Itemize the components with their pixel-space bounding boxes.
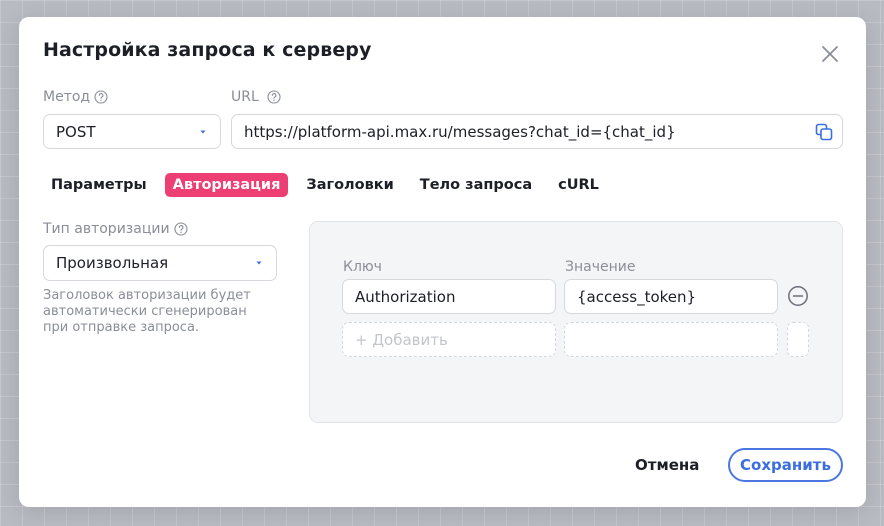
- add-row-placeholder: [787, 322, 809, 357]
- tab-request-body[interactable]: Тело запроса: [412, 173, 540, 197]
- header-value-value: {access_token}: [577, 287, 697, 306]
- help-icon[interactable]: [94, 90, 108, 104]
- auth-type-label-row: Тип авторизации: [43, 221, 188, 237]
- tab-headers[interactable]: Заголовки: [298, 173, 401, 197]
- cancel-button[interactable]: Отмена: [619, 449, 715, 481]
- header-value-input[interactable]: {access_token}: [564, 279, 778, 314]
- add-value-input[interactable]: [564, 322, 778, 357]
- url-label-row: URL: [231, 89, 281, 105]
- caret-down-icon: [200, 130, 206, 133]
- method-value: POST: [56, 122, 96, 141]
- header-key-input[interactable]: Authorization: [342, 279, 556, 314]
- tab-authorization[interactable]: Авторизация: [164, 173, 289, 197]
- tab-curl[interactable]: cURL: [550, 173, 607, 197]
- url-input[interactable]: https://platform-api.max.ru/messages?cha…: [231, 114, 843, 149]
- method-label: Метод: [43, 89, 91, 105]
- minus-circle-icon[interactable]: [787, 285, 809, 307]
- auth-headers-panel: Ключ Значение Authorization {access_toke…: [309, 221, 843, 423]
- add-key-placeholder: + Добавить: [355, 330, 448, 349]
- tab-parameters[interactable]: Параметры: [43, 173, 155, 197]
- request-settings-dialog: Настройка запроса к серверу Метод POST U…: [19, 17, 866, 507]
- auth-hint: Заголовок авторизации будет автоматическ…: [43, 288, 251, 335]
- key-column-label: Ключ: [343, 259, 382, 275]
- auth-type-select[interactable]: Произвольная: [43, 245, 277, 281]
- url-value: https://platform-api.max.ru/messages?cha…: [244, 122, 676, 141]
- method-select[interactable]: POST: [43, 114, 221, 149]
- value-column-label: Значение: [565, 259, 636, 275]
- dialog-title: Настройка запроса к серверу: [43, 39, 372, 61]
- help-icon[interactable]: [267, 90, 281, 104]
- help-icon[interactable]: [173, 222, 188, 236]
- auth-type-label: Тип авторизации: [43, 221, 170, 237]
- save-button[interactable]: Сохранить: [728, 448, 843, 482]
- add-key-input[interactable]: + Добавить: [342, 322, 556, 357]
- header-key-value: Authorization: [355, 287, 456, 306]
- method-label-row: Метод: [43, 89, 108, 105]
- caret-down-icon: [256, 261, 262, 265]
- tabs-bar: Параметры Авторизация Заголовки Тело зап…: [43, 173, 607, 197]
- auth-type-value: Произвольная: [56, 254, 169, 272]
- copy-icon[interactable]: [814, 122, 834, 142]
- close-icon[interactable]: [819, 43, 841, 65]
- url-label: URL: [231, 89, 259, 105]
